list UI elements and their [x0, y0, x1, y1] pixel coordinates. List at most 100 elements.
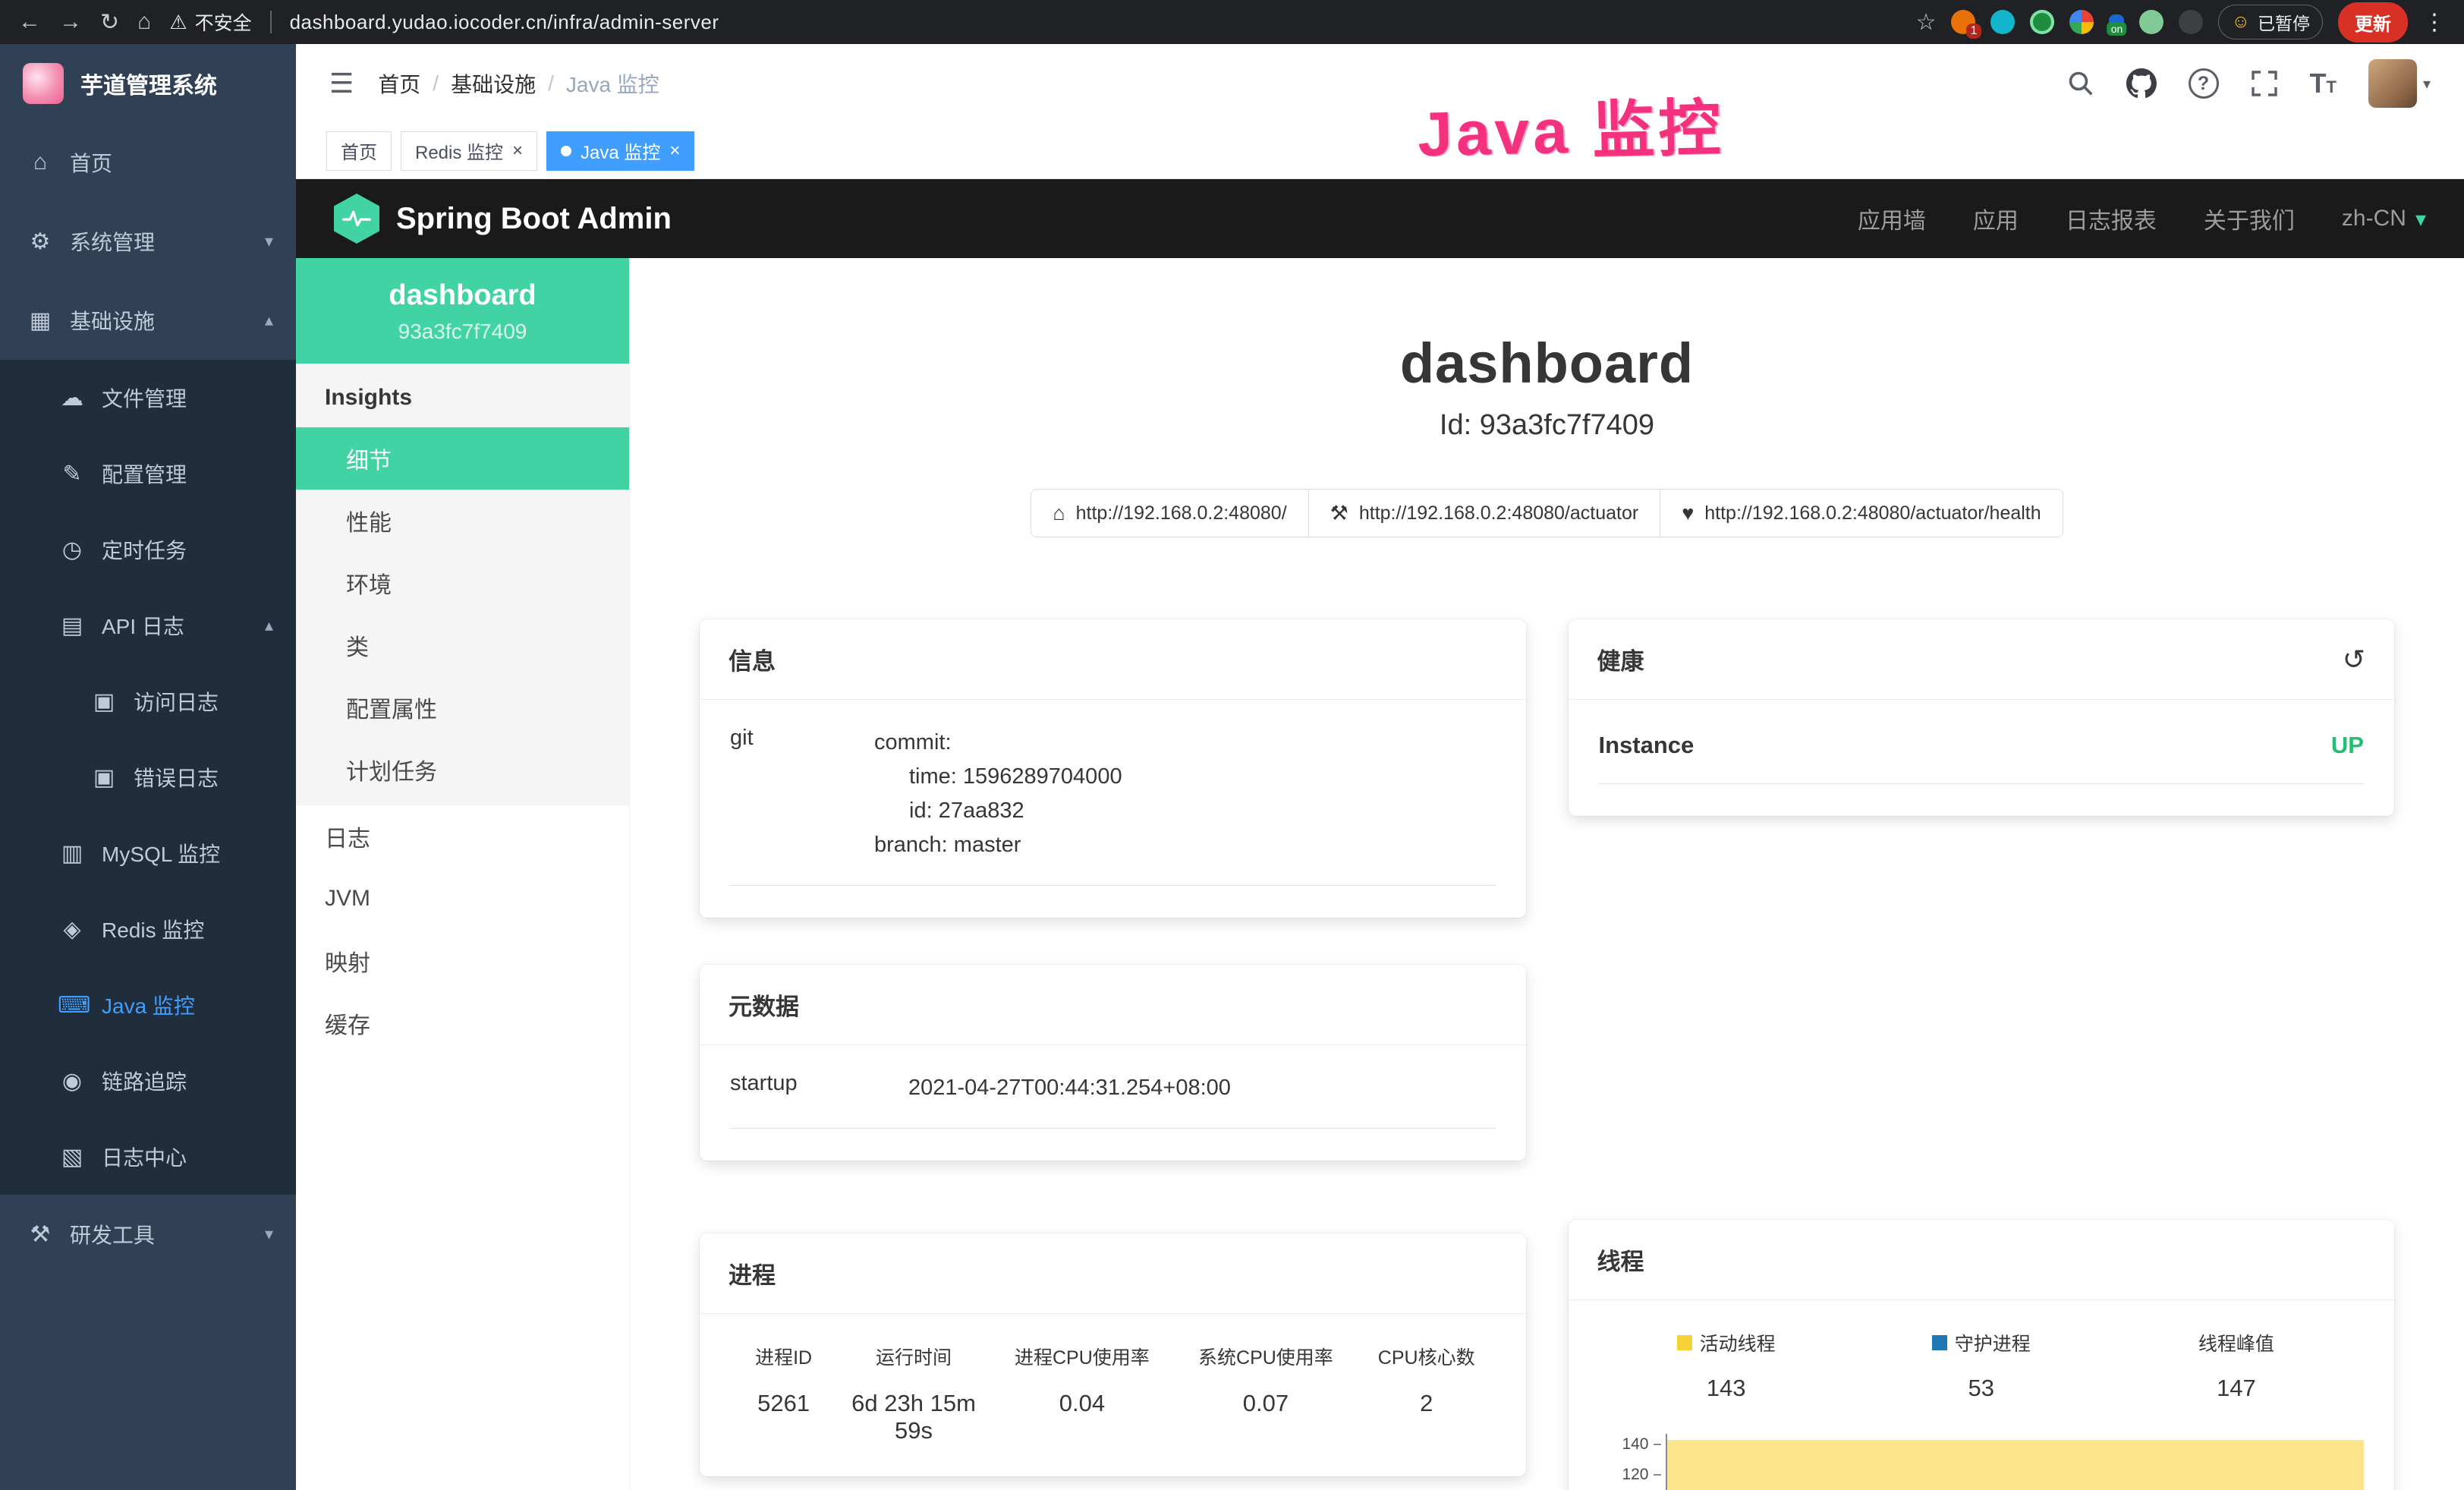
- status-badge: UP: [2331, 732, 2364, 759]
- breadcrumb-item[interactable]: 首页: [378, 68, 420, 99]
- bookmark-star-icon[interactable]: ☆: [1916, 9, 1937, 36]
- sba-item-classes[interactable]: 类: [296, 614, 629, 676]
- extension-icon-2[interactable]: [1990, 10, 2015, 34]
- sidebar-item-label: Java 监控: [102, 990, 195, 1020]
- breadcrumb: 首页 / 基础设施 / Java 监控: [378, 68, 659, 99]
- update-button[interactable]: 更新: [2338, 2, 2408, 43]
- tab-label: 首页: [341, 137, 377, 164]
- back-icon[interactable]: ←: [18, 9, 41, 35]
- github-icon[interactable]: [2126, 68, 2157, 99]
- caret-down-icon: ▾: [2423, 74, 2431, 93]
- sba-nav-wallboard[interactable]: 应用墙: [1858, 202, 1926, 235]
- address-url[interactable]: dashboard.yudao.iocoder.cn/infra/admin-s…: [290, 11, 719, 34]
- sidebar-item-label: 定时任务: [102, 534, 187, 565]
- health-url-button[interactable]: ♥ http://192.168.0.2:48080/actuator/heal…: [1660, 489, 2063, 537]
- sidebar-collapse-icon[interactable]: ☰: [329, 68, 354, 99]
- breadcrumb-item[interactable]: 基础设施: [451, 68, 536, 99]
- process-col: CPU核心数 2: [1358, 1343, 1496, 1444]
- tab-redis-monitor[interactable]: Redis 监控 ×: [401, 131, 537, 171]
- home-nav-icon[interactable]: ⌂: [137, 9, 151, 35]
- active-dot: [561, 146, 571, 156]
- sidebar-item-mysql-monitor[interactable]: ▥ MySQL 监控: [0, 815, 296, 891]
- sidebar-item-java-monitor[interactable]: ⌨ Java 监控: [0, 967, 296, 1043]
- sidebar-item-label: 文件管理: [102, 383, 187, 413]
- sidebar-item-system-mgmt[interactable]: ⚙ 系统管理 ▾: [0, 202, 296, 281]
- threads-legend: 活动线程 143 守护进程 53 线程峰值: [1599, 1326, 2365, 1402]
- sba-item-config-props[interactable]: 配置属性: [296, 676, 629, 739]
- tab-home[interactable]: 首页: [326, 131, 392, 171]
- sidebar-item-dev-tools[interactable]: ⚒ 研发工具 ▾: [0, 1195, 296, 1274]
- app-logo-row[interactable]: 芋道管理系统: [0, 44, 296, 123]
- sidebar-item-label: 研发工具: [70, 1219, 155, 1249]
- sba-item-caches[interactable]: 缓存: [296, 992, 629, 1054]
- sba-logo-icon: [334, 194, 379, 244]
- chevron-up-icon: ▴: [265, 616, 273, 635]
- extension-icon-3[interactable]: [2030, 10, 2054, 34]
- legend-live-threads: 活动线程 143: [1599, 1329, 1854, 1402]
- user-menu[interactable]: ▾: [2368, 59, 2431, 108]
- process-table: 进程ID 5261 运行时间 6d 23h 15m 59s: [730, 1340, 1496, 1444]
- extension-icon-1[interactable]: 1: [1951, 10, 1975, 34]
- sidebar-item-label: 系统管理: [70, 226, 155, 257]
- warning-icon: ⚠: [169, 11, 187, 34]
- info-value: commit: time: 1596289704000 id: 27aa832 …: [874, 726, 1496, 862]
- health-instance-row[interactable]: Instance UP: [1599, 726, 2365, 784]
- sidebar-item-home[interactable]: ⌂ 首页: [0, 123, 296, 202]
- annotation-text: Java 监控: [1417, 77, 1726, 174]
- sba-nav-journal[interactable]: 日志报表: [2066, 202, 2157, 235]
- col-value: 0.07: [1174, 1390, 1358, 1417]
- sidebar-item-redis-monitor[interactable]: ◈ Redis 监控: [0, 891, 296, 967]
- sba-item-mappings[interactable]: 映射: [296, 930, 629, 992]
- sba-brand-title[interactable]: Spring Boot Admin: [396, 202, 672, 236]
- extension-icon-5[interactable]: on: [2109, 14, 2124, 30]
- sidebar-item-scheduled-jobs[interactable]: ◷ 定时任务: [0, 512, 296, 587]
- sidebar-item-tracing[interactable]: ◉ 链路追踪: [0, 1043, 296, 1119]
- log-icon: ▤: [58, 613, 87, 639]
- infrastructure-icon: ▦: [26, 307, 55, 334]
- extension-icon-4[interactable]: [2069, 10, 2094, 34]
- paused-badge[interactable]: ☺ 已暂停: [2218, 5, 2323, 39]
- sba-nav-about[interactable]: 关于我们: [2204, 202, 2295, 235]
- sba-nav-applications[interactable]: 应用: [1973, 202, 2019, 235]
- sba-item-loggers[interactable]: 日志: [296, 805, 629, 868]
- close-icon[interactable]: ×: [669, 140, 680, 162]
- active-threads-area: [1667, 1440, 2365, 1490]
- locale-select[interactable]: zh-CN ▾: [2342, 206, 2426, 232]
- java-monitor-icon: ⌨: [58, 992, 87, 1019]
- sidebar-item-log-center[interactable]: ▧ 日志中心: [0, 1119, 296, 1195]
- sba-item-details[interactable]: 细节: [296, 427, 629, 490]
- extension-icon-7[interactable]: [2179, 10, 2203, 34]
- actuator-url-button[interactable]: ⚒ http://192.168.0.2:48080/actuator: [1308, 489, 1661, 537]
- search-icon[interactable]: [2067, 70, 2094, 97]
- document-icon: ▣: [90, 764, 118, 791]
- history-icon[interactable]: ↺: [2343, 644, 2365, 676]
- sba-item-metrics[interactable]: 性能: [296, 490, 629, 552]
- sidebar-item-api-logs[interactable]: ▤ API 日志 ▴: [0, 587, 296, 663]
- sidebar-item-infrastructure[interactable]: ▦ 基础设施 ▴: [0, 281, 296, 360]
- process-card: 进程 进程ID 5261 运行时间: [700, 1233, 1526, 1476]
- sidebar-item-error-logs[interactable]: ▣ 错误日志: [0, 739, 296, 815]
- browser-toolbar: ← → ↻ ⌂ ⚠ 不安全 dashboard.yudao.iocoder.cn…: [0, 0, 2464, 44]
- sidebar-item-file-mgmt[interactable]: ☁ 文件管理: [0, 360, 296, 436]
- sba-item-scheduled-tasks[interactable]: 计划任务: [296, 739, 629, 801]
- breadcrumb-separator: /: [433, 71, 439, 96]
- sba-item-jvm[interactable]: JVM: [296, 868, 629, 930]
- col-value: 0.04: [990, 1390, 1174, 1417]
- sidebar-item-config-mgmt[interactable]: ✎ 配置管理: [0, 436, 296, 512]
- fullscreen-icon[interactable]: [2251, 70, 2278, 97]
- git-branch-line: branch: master: [874, 828, 1496, 862]
- divider: [270, 11, 272, 33]
- browser-menu-icon[interactable]: ⋮: [2423, 9, 2446, 36]
- help-icon[interactable]: ?: [2189, 68, 2219, 99]
- tab-java-monitor[interactable]: Java 监控 ×: [546, 131, 694, 171]
- close-icon[interactable]: ×: [512, 140, 523, 162]
- font-size-icon[interactable]: TT: [2310, 68, 2337, 99]
- forward-icon[interactable]: →: [59, 9, 82, 35]
- service-url-button[interactable]: ⌂ http://192.168.0.2:48080/: [1031, 489, 1308, 537]
- sidebar-item-access-logs[interactable]: ▣ 访问日志: [0, 663, 296, 739]
- instance-header[interactable]: dashboard 93a3fc7f7409: [296, 258, 629, 364]
- security-indicator[interactable]: ⚠ 不安全: [169, 8, 251, 36]
- reload-icon[interactable]: ↻: [100, 9, 119, 36]
- sba-item-environment[interactable]: 环境: [296, 552, 629, 614]
- extension-icon-6[interactable]: [2139, 10, 2163, 34]
